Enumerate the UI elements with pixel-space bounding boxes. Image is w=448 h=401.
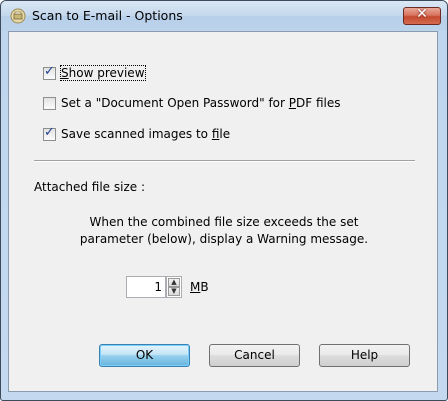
separator-line [34,160,415,162]
show-preview-checkbox[interactable] [43,64,56,80]
show-preview-label: Show preview [60,65,146,81]
close-icon: ✕ [416,6,428,22]
dialog-client-area: Show preview Set a "Document Open Passwo… [8,31,438,392]
file-size-input[interactable]: 1 [126,276,166,298]
pdf-password-option[interactable]: Set a "Document Open Password" for PDF f… [43,95,341,111]
attached-size-heading: Attached file size : [34,180,145,194]
size-description-line2: parameter (below), display a Warning mes… [79,232,369,246]
ok-button[interactable]: OK [99,344,190,367]
title-bar[interactable]: Scan to E-mail - Options ✕ [1,1,447,31]
show-preview-option[interactable]: Show preview [43,64,146,81]
save-images-checkbox[interactable] [43,125,56,141]
close-button[interactable]: ✕ [403,6,441,25]
cancel-button[interactable]: Cancel [209,344,300,367]
save-images-label: Save scanned images to file [61,127,231,141]
dialog-window: Scan to E-mail - Options ✕ Show preview … [0,0,448,401]
spin-up-arrow-icon[interactable]: ▲ [168,278,180,287]
pdf-password-checkbox[interactable] [43,96,56,110]
spin-down-arrow-icon[interactable]: ▼ [168,287,180,296]
window-title: Scan to E-mail - Options [32,8,183,23]
scanner-app-icon [10,8,26,24]
save-images-option[interactable]: Save scanned images to file [43,125,231,142]
file-size-spinner: ▲ ▼ [166,276,182,298]
pdf-password-label: Set a "Document Open Password" for PDF f… [61,96,341,110]
size-description-line1: When the combined file size exceeds the … [89,215,359,229]
size-unit-label: MB [190,280,209,294]
help-button[interactable]: Help [319,344,410,367]
